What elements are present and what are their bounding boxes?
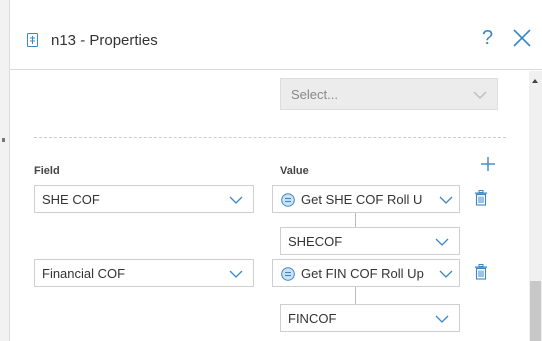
vertical-scrollbar[interactable] (529, 71, 542, 341)
top-select-value: Select... (291, 87, 338, 102)
field-column-header: Field (34, 165, 60, 177)
scrollbar-thumb[interactable] (530, 281, 541, 341)
value-select-text: Get SHE COF Roll U (301, 192, 423, 207)
field-select-value: Financial COF (42, 266, 126, 281)
dialog-body: Select... Field Value SHE COF Get SHE CO… (10, 71, 529, 341)
value-select-row-1[interactable]: Get SHE COF Roll U (272, 185, 460, 213)
dialog-header: n13 - Properties ? (10, 0, 542, 70)
chevron-down-icon (439, 270, 453, 278)
output-select-value: FINCOF (288, 311, 337, 326)
close-icon[interactable] (510, 26, 534, 50)
chevron-down-icon (439, 196, 453, 204)
field-select-row-1[interactable]: SHE COF (34, 185, 254, 213)
value-connector-line (355, 213, 356, 227)
output-select-value: SHECOF (288, 234, 343, 249)
document-icon (27, 33, 38, 47)
properties-dialog: n13 - Properties ? Select... Field Value… (10, 0, 542, 341)
chevron-down-icon (229, 270, 243, 278)
value-column-header: Value (280, 165, 309, 177)
link-circle-icon (281, 193, 295, 207)
chevron-down-icon (473, 91, 487, 99)
plus-icon[interactable] (479, 155, 497, 173)
field-select-row-2[interactable]: Financial COF (34, 259, 254, 287)
field-select-value: SHE COF (42, 192, 100, 207)
section-divider (34, 137, 506, 138)
left-panel-edge (0, 0, 10, 341)
value-connector-line (355, 287, 356, 304)
chevron-down-icon (435, 238, 449, 246)
output-select-row-2[interactable]: FINCOF (280, 304, 460, 332)
left-panel-marker (2, 138, 5, 142)
value-select-text: Get FIN COF Roll Up (301, 266, 424, 281)
scroll-up-arrow-icon[interactable] (532, 79, 538, 83)
dialog-title: n13 - Properties (51, 32, 158, 49)
top-select-dropdown[interactable]: Select... (280, 78, 498, 110)
trash-icon[interactable] (474, 190, 488, 206)
trash-icon[interactable] (474, 264, 488, 280)
chevron-down-icon (229, 196, 243, 204)
output-select-row-1[interactable]: SHECOF (280, 227, 460, 255)
chevron-down-icon (435, 315, 449, 323)
value-select-row-2[interactable]: Get FIN COF Roll Up (272, 259, 460, 287)
link-circle-icon (281, 267, 295, 281)
help-button[interactable]: ? (482, 26, 498, 50)
